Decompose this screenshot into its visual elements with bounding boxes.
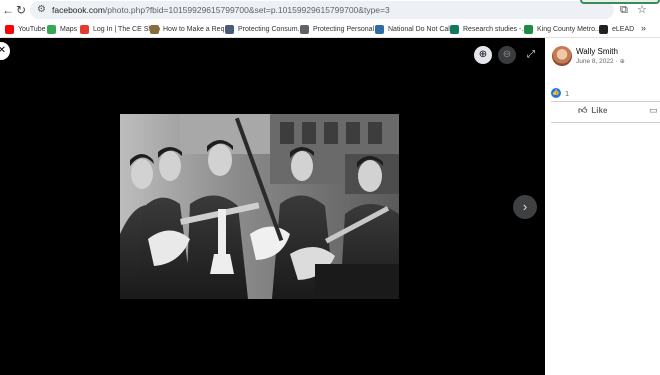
fullscreen-icon[interactable]: ⤢ (522, 46, 540, 64)
bookmark-youtube[interactable]: YouTube (5, 22, 46, 36)
band-photo (120, 114, 399, 299)
author-name[interactable]: Wally Smith (576, 47, 618, 56)
page-icon (150, 24, 159, 34)
url-text: facebook.com/photo.php?fbid=101599296157… (52, 5, 390, 15)
site-settings-icon[interactable]: ⚙ (37, 3, 46, 17)
zoom-out-icon[interactable]: ⊖ (498, 46, 516, 64)
like-button[interactable]: 👍︎ Like (578, 105, 607, 116)
bookmark-label: National Do Not Cal... (388, 25, 456, 33)
meta-separator: · (615, 58, 618, 65)
bookmark-label: eLEAD (612, 25, 635, 33)
bookmark-ftc[interactable]: Protecting Consum... (225, 22, 303, 36)
bookmark-research[interactable]: Research studies -... (450, 22, 527, 36)
bookmark-page[interactable]: How to Make a Req... (150, 22, 230, 36)
address-bar[interactable]: ⚙ facebook.com/photo.php?fbid=1015992961… (30, 1, 614, 19)
reactions-summary[interactable]: 👍 1 (551, 88, 569, 98)
thumbs-up-icon: 👍︎ (578, 105, 588, 115)
post-meta: June 8, 2022 · ⊕ (576, 58, 625, 65)
bookmark-label: YouTube (18, 25, 46, 33)
maps-icon (47, 24, 56, 34)
youtube-icon (5, 24, 14, 34)
bookmark-dnc[interactable]: National Do Not Cal... (375, 22, 456, 36)
bookmark-elead[interactable]: eLEAD (599, 22, 634, 36)
audience-globe-icon: ⊕ (619, 59, 625, 65)
ce-shop-icon (80, 24, 89, 34)
like-reaction-icon: 👍 (551, 88, 561, 98)
bookmark-globe[interactable]: Protecting Personal... (300, 22, 380, 36)
ftc-icon (225, 24, 234, 34)
close-icon[interactable]: ✕ (0, 42, 10, 60)
bookmark-label: Maps (60, 25, 78, 33)
metro-icon (524, 24, 533, 34)
post-details-panel: Wally Smith June 8, 2022 · ⊕ 👍 1 👍︎ Like… (545, 38, 660, 375)
bookmark-label: King County Metro... (537, 25, 601, 33)
install-app-icon[interactable]: ⧉ (620, 3, 628, 17)
divider (551, 122, 660, 123)
like-label: Like (591, 106, 608, 115)
bookmark-label: Protecting Personal... (313, 25, 380, 33)
avatar[interactable] (552, 46, 572, 66)
post-actions: 👍︎ Like ▭ (545, 102, 660, 122)
bookmark-label: Protecting Consum... (238, 25, 304, 33)
photo-viewer: ✕ ⊕ ⊖ ⤢ › (0, 38, 545, 375)
bookmark-maps[interactable]: Maps (47, 22, 77, 36)
reload-icon[interactable]: ↻ (13, 2, 29, 18)
research-icon (450, 24, 459, 34)
comment-icon[interactable]: ▭ (649, 105, 658, 116)
extension-popup-edge (580, 0, 660, 4)
chevron-right-icon[interactable]: › (513, 195, 537, 219)
zoom-in-icon[interactable]: ⊕ (474, 46, 492, 64)
bookmark-star-icon[interactable]: ☆ (637, 3, 647, 17)
bookmark-label: How to Make a Req... (163, 25, 231, 33)
bookmark-ce-shop[interactable]: Log In | The CE Shop (80, 22, 160, 36)
globe-icon (300, 24, 309, 34)
bookmark-metro[interactable]: King County Metro... (524, 22, 601, 36)
bookmark-label: Research studies -... (463, 25, 528, 33)
dnc-icon (375, 24, 384, 34)
browser-toolbar: ← ↻ ⚙ facebook.com/photo.php?fbid=101599… (0, 0, 660, 20)
post-date[interactable]: June 8, 2022 (576, 58, 614, 65)
bookmarks-overflow-button[interactable]: » (641, 23, 646, 33)
bookmarks-bar: YouTube Maps Log In | The CE Shop How to Ma… (0, 20, 660, 38)
reaction-count: 1 (565, 88, 570, 98)
elead-icon (599, 24, 608, 34)
